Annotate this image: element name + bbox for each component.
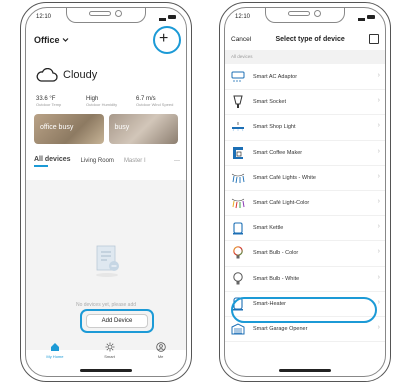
bulb-white-icon	[231, 271, 245, 286]
chevron-right-icon: ›	[377, 298, 380, 306]
device-type-header: Cancel Select type of device	[231, 30, 379, 48]
stat-label: Outdoor Wind Speed	[136, 102, 174, 107]
shop-light-icon	[231, 120, 245, 134]
chevron-right-icon: ›	[377, 323, 380, 331]
stat-label: Outdoor Temp	[36, 102, 62, 107]
socket-icon	[231, 95, 245, 109]
device-label: Smart AC Adaptor	[253, 74, 298, 81]
home-header: Office +	[34, 26, 181, 54]
chevron-right-icon: ›	[377, 172, 380, 180]
home-indicator	[80, 369, 132, 372]
nav-smart[interactable]: Smart	[104, 342, 115, 359]
highlight-ring	[231, 297, 377, 323]
scene-cards: office busy busy	[34, 114, 178, 144]
nav-my-home[interactable]: My Home	[46, 342, 63, 359]
page-title: Select type of device	[275, 35, 345, 43]
home-icon	[50, 343, 59, 351]
sun-icon	[105, 342, 115, 352]
scene-label: office busy	[40, 124, 74, 131]
coffee-maker-icon	[231, 146, 245, 160]
status-bar: 12:10	[235, 11, 375, 23]
cancel-button[interactable]: Cancel	[231, 36, 251, 43]
chevron-right-icon: ›	[377, 248, 380, 256]
stat-wind: 6.7 m/s Outdoor Wind Speed	[136, 96, 178, 107]
kettle-icon	[231, 221, 245, 235]
list-item-highlighted[interactable]: Smart Bulb - White ›	[225, 267, 385, 292]
home-title: Office	[34, 35, 60, 45]
right-phone: 12:10 Cancel Select type of device All d…	[219, 2, 391, 382]
device-label: Smart Socket	[253, 99, 287, 106]
bottom-nav: My Home Smart Me	[26, 342, 186, 368]
list-item[interactable]: Smart AC Adaptor ›	[225, 65, 385, 91]
chevron-down-icon	[62, 38, 68, 42]
left-phone: 12:10 Office + Cloudy 33.6 °F Outdoor Tem…	[20, 2, 192, 382]
device-label: Smart Bulb - White	[253, 275, 300, 282]
stat-temp: 33.6 °F Outdoor Temp	[36, 96, 78, 107]
battery-icon	[168, 15, 176, 19]
list-item[interactable]: Smart Café Lights - White ›	[225, 166, 385, 191]
tab-master[interactable]: Master I	[124, 158, 146, 164]
more-dots-icon[interactable]: ···	[174, 158, 180, 164]
scene-card[interactable]: busy	[108, 114, 178, 144]
device-label: Smart Coffee Maker	[253, 149, 303, 156]
add-device-button[interactable]: Add Device	[86, 314, 148, 328]
device-label: Smart Café Light-Color	[253, 200, 310, 207]
chevron-right-icon: ›	[377, 97, 380, 105]
cloud-icon	[36, 68, 58, 82]
status-bar: 12:10	[36, 11, 176, 23]
list-item[interactable]: Smart Socket ›	[225, 90, 385, 116]
list-item[interactable]: Smart Café Light-Color ›	[225, 191, 385, 217]
plus-icon: +	[159, 30, 169, 47]
cafe-lights-color-icon	[231, 196, 245, 210]
room-tabs: All devices Living Room Master I ···	[34, 153, 180, 169]
scene-label: busy	[114, 124, 130, 131]
list-item[interactable]: Smart Coffee Maker ›	[225, 141, 385, 166]
status-time: 12:10	[36, 14, 52, 20]
chevron-right-icon: ›	[377, 147, 380, 155]
device-label: Smart Kettle	[253, 225, 284, 232]
nav-label: My Home	[46, 354, 64, 359]
battery-icon	[367, 15, 375, 19]
weather-label: Cloudy	[63, 69, 98, 81]
chevron-right-icon: ›	[377, 273, 380, 281]
tab-all-devices[interactable]: All devices	[34, 156, 71, 167]
stat-humidity: High Outdoor Humidity	[86, 96, 128, 107]
list-item[interactable]: Smart Shop Light ›	[225, 115, 385, 141]
nav-label: Smart	[104, 354, 115, 359]
nav-label: Me	[157, 354, 164, 359]
device-label: Smart Bulb - Color	[253, 250, 299, 257]
nav-me[interactable]: Me	[155, 342, 166, 359]
signal-icons	[358, 14, 375, 21]
profile-icon	[155, 342, 166, 352]
empty-state-text: No devices yet, please add	[75, 302, 137, 308]
chevron-right-icon: ›	[377, 72, 380, 79]
status-time: 12:10	[235, 14, 251, 20]
weather-summary: Cloudy	[36, 68, 97, 82]
cafe-lights-white-icon	[231, 171, 245, 185]
list-item[interactable]: Smart Bulb - Color ›	[225, 241, 385, 267]
device-label: Smart Café Lights - White	[253, 174, 316, 181]
chevron-right-icon: ›	[377, 122, 380, 130]
add-device-plus-button[interactable]: +	[153, 26, 181, 54]
chevron-right-icon: ›	[377, 197, 380, 205]
chevron-right-icon: ›	[377, 223, 380, 231]
add-device-wrapper: Add Device	[80, 309, 154, 333]
tab-living-room[interactable]: Living Room	[81, 158, 114, 164]
empty-document-icon	[96, 245, 119, 277]
list-item[interactable]: Smart Kettle ›	[225, 216, 385, 242]
device-label: Smart Shop Light	[253, 124, 296, 131]
home-selector[interactable]: Office	[34, 35, 69, 45]
weather-stats: 33.6 °F Outdoor Temp High Outdoor Humidity…	[36, 96, 178, 107]
section-header: All devices	[225, 50, 385, 64]
stat-label: Outdoor Humidity	[86, 102, 118, 107]
scene-card[interactable]: office busy	[34, 114, 104, 144]
garage-icon	[231, 322, 245, 336]
signal-icons	[159, 14, 176, 21]
home-indicator	[279, 369, 331, 372]
bulb-color-icon	[231, 246, 245, 260]
ac-adaptor-icon	[231, 70, 245, 84]
scan-icon[interactable]	[369, 34, 379, 44]
device-label: Smart Garage Opener	[253, 325, 308, 332]
left-screen: 12:10 Office + Cloudy 33.6 °F Outdoor Tem…	[25, 7, 187, 377]
